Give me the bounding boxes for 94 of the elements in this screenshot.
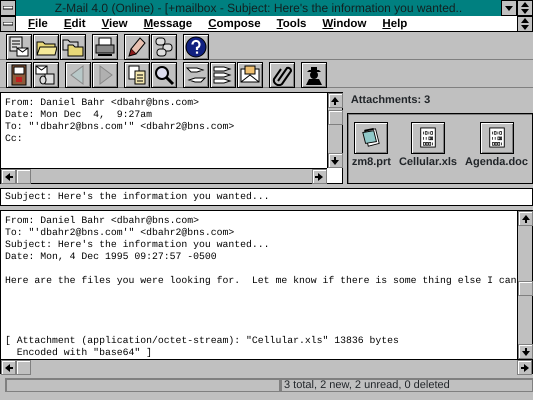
- message-line: To: "'dbahr2@bns.com'" <dbahr2@bns.com>: [5, 227, 236, 239]
- search-icon: [153, 64, 175, 86]
- message-line: [ Attachment (application/octet-stream): "Cellular.xls" 13836 bytes: [5, 335, 400, 347]
- help-icon: [185, 36, 207, 58]
- menu-item[interactable]: Compose: [200, 16, 269, 30]
- toolbar-button[interactable]: [124, 34, 150, 60]
- menu-item[interactable]: Help: [374, 16, 416, 30]
- toolbar-button[interactable]: [183, 62, 209, 88]
- document-menu-button[interactable]: [0, 16, 16, 32]
- right-arrow-icon: [314, 172, 324, 182]
- minus-icon: [3, 6, 13, 10]
- up-arrow-icon: [520, 214, 530, 224]
- paperclip-icon: [271, 64, 293, 86]
- left-arrow-icon: [4, 362, 14, 372]
- message-line: From: Daniel Bahr <dbahr@bns.com>: [5, 215, 200, 227]
- printer-icon: [94, 36, 116, 58]
- toolbar-button[interactable]: [237, 62, 263, 88]
- right-arrow-icon: [520, 362, 530, 372]
- system-menu-button[interactable]: [0, 0, 16, 16]
- attachments-label: Attachments: 3: [350, 93, 432, 108]
- toolbar-button[interactable]: [33, 34, 59, 60]
- down-arrow-icon: [330, 156, 340, 166]
- scroll-right-button[interactable]: [517, 360, 532, 375]
- scroll-thumb[interactable]: [518, 281, 533, 296]
- header-line: To: "'dbahr2@bns.com'" <dbahr2@bns.com>: [5, 121, 236, 133]
- header-line: From: Daniel Bahr <dbahr@bns.com>: [5, 97, 200, 109]
- scroll-up-button[interactable]: [518, 211, 533, 226]
- notepad-icon: [361, 126, 382, 149]
- vertical-scrollbar[interactable]: [517, 211, 532, 359]
- up-arrow-icon: [330, 96, 340, 106]
- message-line: Date: Mon, 4 Dec 1995 09:27:57 -0500: [5, 251, 218, 263]
- scroll-thumb[interactable]: [328, 110, 343, 125]
- envelope-trash-icon: [35, 64, 57, 86]
- minimize-button[interactable]: [501, 0, 517, 16]
- toolbar-button[interactable]: [151, 62, 177, 88]
- document-restore-button[interactable]: [517, 16, 533, 32]
- checklist-envelope-icon: [8, 36, 30, 58]
- menu-item[interactable]: View: [94, 16, 136, 30]
- scroll-up-button[interactable]: [328, 93, 343, 108]
- toolbar-button[interactable]: [124, 62, 150, 88]
- toolbar-button[interactable]: [183, 34, 209, 60]
- scroll-down-button[interactable]: [518, 344, 533, 359]
- toolbar-button[interactable]: [92, 34, 118, 60]
- scroll-left-button[interactable]: [1, 169, 16, 184]
- attachment-button[interactable]: [411, 122, 445, 154]
- pen-icon: [126, 36, 148, 58]
- restore-button[interactable]: [517, 0, 533, 16]
- toolbar-button[interactable]: [151, 34, 177, 60]
- toolbar-button[interactable]: [60, 34, 86, 60]
- toolbar-button[interactable]: [301, 62, 327, 88]
- message-line: Encoded with "base64" ]: [16, 347, 153, 359]
- pages-icon: [126, 64, 148, 86]
- toolbar-button[interactable]: [92, 62, 118, 88]
- left-arrow-icon: [4, 172, 14, 182]
- header-line: Cc:: [5, 133, 24, 145]
- scroll-thumb[interactable]: [16, 360, 31, 375]
- scroll-left-button[interactable]: [1, 360, 16, 375]
- attachment-name: Cellular.xls: [398, 154, 458, 170]
- toolbar-button[interactable]: [33, 62, 59, 88]
- header-line: Date: Mon Dec 4, 9:27am: [5, 109, 153, 121]
- toolbar-button[interactable]: [6, 62, 32, 88]
- minus-icon: [3, 22, 13, 26]
- horizontal-scrollbar[interactable]: [1, 359, 532, 374]
- attachment-name: zm8.prt: [352, 154, 391, 170]
- subject-field: Subject: Here's the information you wanted...: [0, 188, 533, 206]
- menu-item[interactable]: Tools: [268, 16, 314, 30]
- toolbar-button[interactable]: [6, 34, 32, 60]
- message-line: Subject: Here's the information you wanted...: [5, 239, 271, 251]
- attachment-name: Agenda.doc: [465, 154, 528, 170]
- horizontal-scrollbar[interactable]: [1, 168, 327, 183]
- binary-file-icon: [418, 126, 438, 149]
- toolbar-button[interactable]: [269, 62, 295, 88]
- down-arrow-icon: [505, 6, 513, 10]
- up-down-arrows-icon: [521, 18, 529, 30]
- up-down-arrows-icon: [521, 2, 529, 14]
- toolbar-button[interactable]: [65, 62, 91, 88]
- scroll-right-button[interactable]: [312, 169, 327, 184]
- window-title: Z-Mail 4.0 (Online) - [+mailbox - Subject: Here's the information you wanted..: [54, 0, 464, 17]
- scroll-down-button[interactable]: [328, 153, 343, 168]
- chain-icon: [153, 36, 175, 58]
- attachment-button[interactable]: [480, 122, 514, 154]
- menu-item[interactable]: File: [20, 16, 56, 30]
- toolbar-button[interactable]: [210, 62, 236, 88]
- vertical-scrollbar[interactable]: [326, 93, 342, 168]
- spy-silhouette-icon: [303, 64, 325, 86]
- message-line: Here are the files you were looking for. Let me know if there is some thing else I can: [5, 275, 517, 287]
- scroll-thumb[interactable]: [16, 169, 31, 184]
- status-bar-text: 3 total, 2 new, 2 unread, 0 deleted: [280, 378, 533, 392]
- menu-item[interactable]: Message: [136, 16, 200, 30]
- menu-item[interactable]: Window: [314, 16, 374, 30]
- attachment-button[interactable]: [354, 122, 388, 154]
- menu-item[interactable]: Edit: [56, 16, 94, 30]
- binary-file-icon: [486, 126, 507, 149]
- down-arrow-icon: [520, 346, 530, 356]
